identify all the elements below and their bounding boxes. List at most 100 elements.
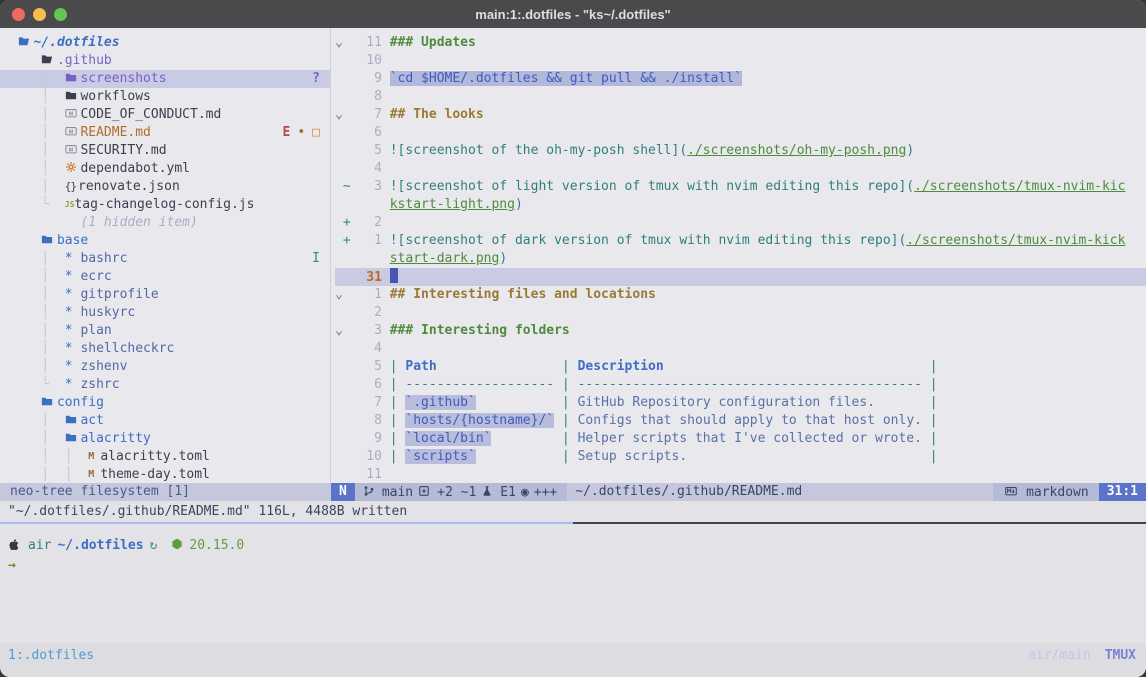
editor-line[interactable]: 7| `.github` | GitHub Repository configu… [335, 394, 1146, 412]
fold-marker[interactable] [335, 466, 343, 483]
editor-line[interactable]: 31 [335, 268, 1146, 286]
file-md-icon: M [65, 142, 81, 160]
editor-line[interactable]: kstart-light.png) [335, 196, 1146, 214]
editor-line[interactable]: 4 [335, 340, 1146, 358]
fold-marker[interactable] [335, 430, 343, 448]
syntax-segment: ./screenshots/tmux-nvim-kic [914, 179, 1125, 194]
fold-marker[interactable] [335, 358, 343, 376]
editor-line[interactable]: 9`cd $HOME/.dotfiles && git pull && ./in… [335, 70, 1146, 88]
file-path: ~/.dotfiles/.github/README.md [567, 483, 993, 501]
tree-item-dependabot.yml[interactable]: │ dependabot.yml [10, 160, 330, 178]
fold-marker[interactable] [335, 232, 343, 250]
tree-item-theme-day.toml[interactable]: │ │ Mtheme-day.toml [10, 466, 330, 483]
diagnostics-count: E1 [500, 485, 516, 500]
editor-line[interactable]: 10 [335, 52, 1146, 70]
fold-marker[interactable] [335, 412, 343, 430]
editor-line[interactable]: start-dark.png) [335, 250, 1146, 268]
fold-marker[interactable] [335, 160, 343, 178]
tree-item-label: alacritty [80, 431, 150, 446]
editor-line[interactable]: 5| Path | Description | [335, 358, 1146, 376]
gitsign [343, 358, 359, 376]
editor-line[interactable]: ⌄ 1## Interesting files and locations [335, 286, 1146, 304]
editor-line[interactable]: ~3![screenshot of light version of tmux … [335, 178, 1146, 196]
fold-marker[interactable]: ⌄ [335, 34, 343, 52]
fold-marker[interactable]: ⌄ [335, 322, 343, 340]
tree-item-README.md[interactable]: │ MREADME.mdE•□ [10, 124, 330, 142]
tree-item-workflows[interactable]: │ workflows [10, 88, 330, 106]
shell-pane[interactable]: air ~/.dotfiles ↻ 20.15.0 → [0, 524, 1146, 643]
tree-item-1hiddenitem[interactable]: (1 hidden item) [10, 214, 330, 232]
tree-item-alacritty[interactable]: │ alacritty [10, 430, 330, 448]
editor-line[interactable]: +1![screenshot of dark version of tmux w… [335, 232, 1146, 250]
tree-item-huskyrc[interactable]: │ *huskyrc [10, 304, 330, 322]
editor-line[interactable]: 10| `scripts` | Setup scripts. | [335, 448, 1146, 466]
tree-item-CODEOFCONDUCT.md[interactable]: │ MCODE_OF_CONDUCT.md [10, 106, 330, 124]
hostname: air [28, 536, 51, 556]
editor-line[interactable]: 6| ------------------- | ---------------… [335, 376, 1146, 394]
fold-marker[interactable] [335, 269, 343, 287]
gitsign [343, 376, 359, 394]
gitsign: + [343, 232, 359, 250]
neotree-panel[interactable]: ~/.dotfiles .github │ screenshots? │ wor… [0, 28, 330, 483]
fold-marker[interactable] [335, 304, 343, 322]
editor-line[interactable]: ⌄ 7## The looks [335, 106, 1146, 124]
tree-item-base[interactable]: base [10, 232, 330, 250]
cursor-position: 31:1 [1099, 483, 1146, 501]
tree-item-zshenv[interactable]: │ *zshenv [10, 358, 330, 376]
tree-item-.dotfiles[interactable]: ~/.dotfiles [10, 34, 330, 52]
tree-item-plan[interactable]: │ *plan [10, 322, 330, 340]
tree-item-label: ~/.dotfiles [33, 35, 119, 50]
fold-marker[interactable] [335, 178, 343, 196]
tree-item-act[interactable]: │ act [10, 412, 330, 430]
tmux-pane-border[interactable] [0, 522, 1146, 524]
editor-line[interactable]: 8| `hosts/{hostname}/` | Configs that sh… [335, 412, 1146, 430]
fold-marker[interactable] [335, 196, 343, 214]
fold-marker[interactable]: ⌄ [335, 106, 343, 124]
fold-marker[interactable] [335, 250, 343, 268]
fold-marker[interactable] [335, 394, 343, 412]
fold-marker[interactable] [335, 88, 343, 106]
editor-line[interactable]: 6 [335, 124, 1146, 142]
tree-item-screenshots[interactable]: │ screenshots? [0, 70, 330, 88]
tree-item-gitprofile[interactable]: │ *gitprofile [10, 286, 330, 304]
editor-line[interactable]: ⌄ 11### Updates [335, 34, 1146, 52]
tree-item-label: huskyrc [80, 305, 135, 320]
fold-marker[interactable] [335, 142, 343, 160]
editor-line[interactable]: 8 [335, 88, 1146, 106]
editor-line[interactable]: 11 [335, 466, 1146, 483]
tree-item-zshrc[interactable]: └ *zshrc [10, 376, 330, 394]
tree-item-.github[interactable]: .github [10, 52, 330, 70]
fold-marker[interactable] [335, 214, 343, 232]
editor-line[interactable]: +2 [335, 214, 1146, 232]
fold-marker[interactable] [335, 124, 343, 142]
editor-buffer[interactable]: ⌄ 11### Updates 10 9`cd $HOME/.dotfiles … [331, 28, 1146, 483]
fold-marker[interactable] [335, 448, 343, 466]
fold-marker[interactable]: ⌄ [335, 286, 343, 304]
tree-item-bashrc[interactable]: │ *bashrcI [10, 250, 330, 268]
tree-item-renovate.json[interactable]: │ {}renovate.json [10, 178, 330, 196]
editor-line[interactable]: 5![screenshot of the oh-my-posh shell](.… [335, 142, 1146, 160]
fold-marker[interactable] [335, 52, 343, 70]
tree-item-tag-changelog-config.js[interactable]: └ JStag-changelog-config.js [10, 196, 330, 214]
fold-marker[interactable] [335, 376, 343, 394]
tree-item-alacritty.toml[interactable]: │ │ Malacritty.toml [10, 448, 330, 466]
toml-icon: M [88, 466, 100, 483]
editor-line[interactable]: 2 [335, 304, 1146, 322]
tmux-window-name[interactable]: 1:.dotfiles [8, 648, 94, 663]
tree-item-config[interactable]: config [10, 394, 330, 412]
pane-border-active [0, 522, 573, 524]
line-number: 5 [358, 142, 381, 160]
tree-item-SECURITY.md[interactable]: │ MSECURITY.md [10, 142, 330, 160]
syntax-segment: ### Interesting folders [390, 323, 570, 338]
editor-line[interactable]: 4 [335, 160, 1146, 178]
tree-item-shellcheckrc[interactable]: │ *shellcheckrc [10, 340, 330, 358]
fold-marker[interactable] [335, 70, 343, 88]
editor-line[interactable]: ⌄ 3### Interesting folders [335, 322, 1146, 340]
fold-marker[interactable] [335, 340, 343, 358]
gitsign [343, 70, 359, 88]
indent-guide: │ [10, 107, 65, 122]
syntax-segment: | [922, 413, 938, 428]
node-icon [171, 536, 184, 556]
editor-line[interactable]: 9| `local/bin` | Helper scripts that I'v… [335, 430, 1146, 448]
tree-item-ecrc[interactable]: │ *ecrc [10, 268, 330, 286]
